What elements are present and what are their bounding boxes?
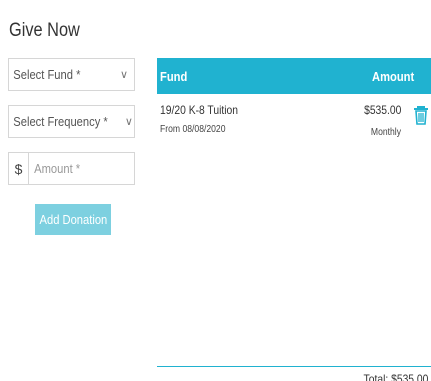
chevron-down-icon: ∨ xyxy=(119,69,129,81)
column-header-amount: Amount xyxy=(372,69,415,84)
table-header: Fund Amount xyxy=(157,58,431,94)
table-footer-divider xyxy=(157,366,431,367)
currency-prefix: $ xyxy=(9,153,29,184)
add-donation-label: Add Donation xyxy=(39,212,107,227)
row-start-date: From 08/08/2020 xyxy=(160,124,226,135)
row-amount: $535.00 xyxy=(363,103,401,117)
donation-total: Total: $535.00 xyxy=(363,372,428,381)
amount-input[interactable]: Amount * xyxy=(29,161,80,176)
page-title: Give Now xyxy=(9,20,80,41)
column-header-fund: Fund xyxy=(160,69,188,84)
amount-field[interactable]: $ Amount * xyxy=(8,152,135,185)
row-fund-name: 19/20 K-8 Tuition xyxy=(160,103,239,117)
donation-table: Fund Amount 19/20 K-8 Tuition From 08/08… xyxy=(157,58,431,381)
chevron-down-icon: ∨ xyxy=(124,116,133,128)
trash-icon[interactable] xyxy=(414,105,428,125)
fund-select[interactable]: Select Fund * ∨ xyxy=(8,58,135,91)
row-frequency: Monthly xyxy=(370,127,401,138)
frequency-select-label: Select Frequency * xyxy=(13,114,108,129)
table-row: 19/20 K-8 Tuition From 08/08/2020 $535.0… xyxy=(157,94,431,154)
fund-select-label: Select Fund * xyxy=(13,67,81,82)
frequency-select[interactable]: Select Frequency * ∨ xyxy=(8,105,135,138)
add-donation-button[interactable]: Add Donation xyxy=(35,204,111,235)
